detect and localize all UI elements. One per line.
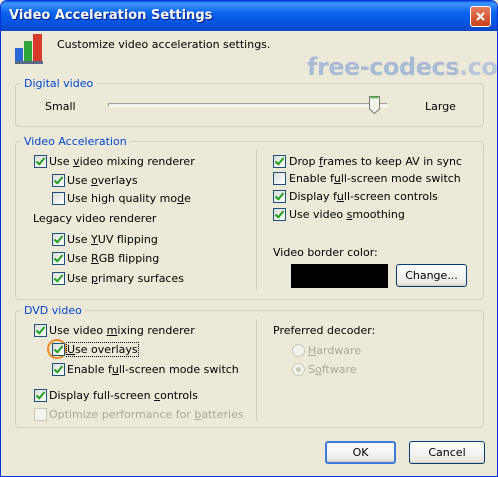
use-primary-surfaces-checkbox[interactable] [52,272,65,285]
hardware-decoder-radio[interactable] [292,344,305,357]
preferred-decoder-label: Preferred decoder: [273,324,376,337]
dvd-video-label: DVD video [21,304,85,317]
size-slider-track[interactable] [108,103,388,107]
hardware-decoder-label: Hardware [308,344,362,357]
use-video-mixing-renderer-checkbox[interactable] [34,155,47,168]
dvd-use-overlays-label: Use overlays [66,342,139,357]
legacy-renderer-heading: Legacy video renderer [33,212,157,225]
dvd-use-video-mixing-renderer-label: Use video mixing renderer [49,324,195,337]
use-yuv-flipping-label: Use YUV flipping [67,233,158,246]
ok-button[interactable]: OK [325,441,396,464]
dvd-enable-fullscreen-switch-checkbox[interactable] [52,363,65,376]
digital-video-label: Digital video [21,77,97,90]
cancel-button[interactable]: Cancel [409,441,485,464]
video-settings-logo-icon [15,34,43,64]
use-high-quality-mode-checkbox[interactable] [52,192,65,205]
change-color-button[interactable]: Change... [396,264,467,287]
dvd-use-video-mixing-renderer-checkbox[interactable] [34,324,47,337]
use-video-smoothing-label: Use video smoothing [289,208,405,221]
drop-frames-label: Drop frames to keep AV in sync [289,155,462,168]
size-slider-thumb[interactable] [368,96,380,114]
use-rgb-flipping-label: Use RGB flipping [67,252,160,265]
group-divider [256,149,257,290]
optimize-for-batteries-label: Optimize performance for batteries [49,408,244,421]
video-acceleration-label: Video Acceleration [21,135,130,148]
use-overlays-label: Use overlays [67,174,138,187]
dvd-enable-fullscreen-switch-label: Enable full-screen mode switch [67,363,239,376]
software-decoder-radio[interactable] [292,363,305,376]
dialog-window: Video Acceleration Settings Customize vi… [0,0,498,477]
group-divider [256,319,257,421]
use-high-quality-mode-label: Use high quality mode [67,192,191,205]
dvd-use-overlays-checkbox[interactable] [52,343,65,356]
video-border-color-label: Video border color: [273,246,378,259]
optimize-for-batteries-checkbox[interactable] [34,408,47,421]
brand-watermark: free-codecs.com [307,53,498,81]
use-yuv-flipping-checkbox[interactable] [52,233,65,246]
enable-fullscreen-switch-checkbox[interactable] [273,172,286,185]
subtitle: Customize video acceleration settings. [57,38,271,51]
use-video-smoothing-checkbox[interactable] [273,208,286,221]
slider-min-label: Small [45,100,76,113]
enable-fullscreen-switch-label: Enable full-screen mode switch [289,172,461,185]
dvd-display-fullscreen-controls-checkbox[interactable] [34,389,47,402]
dvd-display-fullscreen-controls-label: Display full-screen controls [49,389,198,402]
window-title: Video Acceleration Settings [9,8,213,23]
title-bar[interactable]: Video Acceleration Settings [1,1,497,31]
display-fullscreen-controls-label: Display full-screen controls [289,190,438,203]
software-decoder-label: Software [308,363,357,376]
use-rgb-flipping-checkbox[interactable] [52,252,65,265]
drop-frames-checkbox[interactable] [273,155,286,168]
close-icon [476,12,485,21]
slider-max-label: Large [425,100,456,113]
use-overlays-checkbox[interactable] [52,174,65,187]
use-video-mixing-renderer-label: Use video mixing renderer [49,155,195,168]
video-border-color-swatch [291,264,388,288]
close-button[interactable] [470,6,491,27]
display-fullscreen-controls-checkbox[interactable] [273,190,286,203]
use-primary-surfaces-label: Use primary surfaces [67,272,184,285]
